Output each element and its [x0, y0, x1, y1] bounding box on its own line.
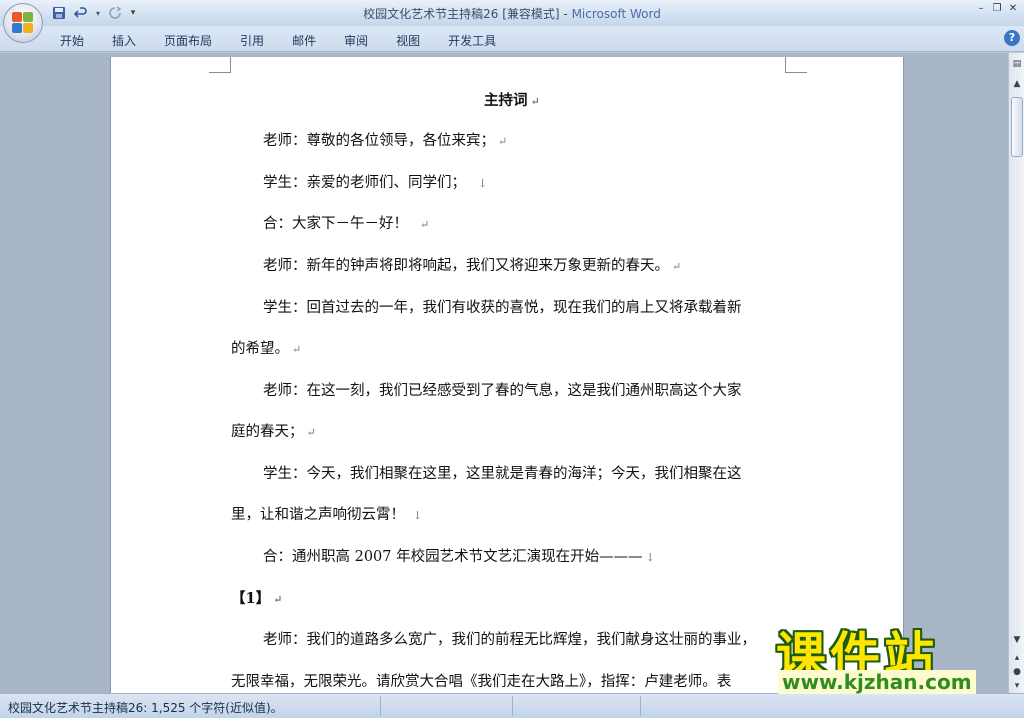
paragraph-continuation: 里，让和谐之声响彻云霄！ ↓ — [231, 507, 423, 523]
tab-developer[interactable]: 开发工具 — [434, 30, 510, 51]
tab-home[interactable]: 开始 — [46, 30, 98, 51]
document-workspace[interactable]: 主持词 ↵ 老师：尊敬的各位领导，各位来宾； ↵ 学生：亲爱的老师们、同学们； ↓ 合… — [0, 53, 1008, 693]
vertical-scrollbar[interactable]: ▤ ▲ ▼ ▴ ● ▾ — [1008, 53, 1024, 693]
document-page[interactable]: 主持词 ↵ 老师：尊敬的各位领导，各位来宾； ↵ 学生：亲爱的老师们、同学们； ↓ 合… — [110, 57, 904, 693]
status-word-count[interactable]: 校园文化艺术节主持稿26: 1,525 个字符(近似值)。 — [8, 699, 283, 716]
paragraph: 学生：今天，我们相聚在这里，这里就是青春的海洋；今天，我们相聚在这 — [263, 466, 742, 482]
document-heading: 主持词 ↵ — [484, 92, 540, 109]
status-bar: 校园文化艺术节主持稿26: 1,525 个字符(近似值)。 — [0, 693, 1024, 718]
ribbon-tabs: 开始 插入 页面布局 引用 邮件 审阅 视图 开发工具 — [46, 30, 510, 51]
close-icon[interactable]: ✕ — [1006, 2, 1020, 16]
previous-page-icon[interactable]: ▴ — [1010, 651, 1024, 665]
paragraph: 学生：亲爱的老师们、同学们； ↓ — [263, 175, 488, 191]
window-controls: – ❐ ✕ — [974, 2, 1020, 16]
title-bar: ▾ ▾ 校园文化艺术节主持稿26 [兼容模式] - Microsoft Word… — [0, 0, 1024, 26]
scroll-up-icon[interactable]: ▲ — [1010, 77, 1024, 91]
document-title: 校园文化艺术节主持稿26 [兼容模式] - — [363, 7, 572, 21]
office-button[interactable] — [3, 3, 43, 43]
tab-review[interactable]: 审阅 — [330, 30, 382, 51]
status-divider — [512, 696, 513, 716]
paragraph: 合：大家下－午－好！ ↵ — [263, 216, 430, 232]
paragraph: 老师：我们的道路多么宽广，我们的前程无比辉煌，我们献身这壮丽的事业， — [263, 632, 756, 648]
scroll-down-icon[interactable]: ▼ — [1010, 633, 1024, 647]
margin-corner-top-right — [785, 57, 807, 73]
tab-mailings[interactable]: 邮件 — [278, 30, 330, 51]
watermark-url: www.kjzhan.com — [778, 670, 976, 694]
status-divider — [380, 696, 381, 716]
paragraph: 合：通州职高 2007 年校园艺术节文艺汇演现在开始——— ↓ — [263, 549, 655, 565]
paragraph: 老师：新年的钟声将即将响起，我们又将迎来万象更新的春天。 ↵ — [263, 258, 682, 274]
window-title: 校园文化艺术节主持稿26 [兼容模式] - Microsoft Word — [0, 5, 1024, 22]
app-title: Microsoft Word — [571, 7, 661, 21]
margin-corner-top-left — [209, 57, 231, 73]
paragraph: 老师：尊敬的各位领导，各位来宾； ↵ — [263, 133, 508, 149]
paragraph-continuation: 的希望。 ↵ — [231, 341, 302, 357]
select-browse-object-icon[interactable]: ● — [1010, 665, 1024, 679]
section-marker: 【1】 ↵ — [231, 590, 283, 607]
minimize-icon[interactable]: – — [974, 2, 988, 16]
restore-icon[interactable]: ❐ — [990, 2, 1004, 16]
watermark-logo: 课件站 www.kjzhan.com — [776, 616, 1006, 694]
paragraph-continuation: 无限幸福，无限荣光。请欣赏大合唱《我们走在大路上》，指挥：卢建老师。表 — [231, 674, 732, 690]
paragraph-continuation: 庭的春天； ↵ — [231, 424, 316, 440]
tab-view[interactable]: 视图 — [382, 30, 434, 51]
tab-page-layout[interactable]: 页面布局 — [150, 30, 226, 51]
status-divider — [640, 696, 641, 716]
tab-references[interactable]: 引用 — [226, 30, 278, 51]
tab-insert[interactable]: 插入 — [98, 30, 150, 51]
help-icon[interactable]: ? — [1004, 30, 1020, 46]
next-page-icon[interactable]: ▾ — [1010, 679, 1024, 693]
paragraph: 老师：在这一刻，我们已经感受到了春的气息，这是我们通州职高这个大家 — [263, 383, 742, 399]
office-logo-icon — [12, 12, 34, 34]
paragraph: 学生：回首过去的一年，我们有收获的喜悦，现在我们的肩上又将承载着新 — [263, 300, 742, 316]
scroll-thumb[interactable] — [1011, 97, 1023, 157]
ribbon-tab-bar: 开始 插入 页面布局 引用 邮件 审阅 视图 开发工具 ? — [0, 26, 1024, 52]
ruler-toggle-icon[interactable]: ▤ — [1010, 57, 1024, 71]
